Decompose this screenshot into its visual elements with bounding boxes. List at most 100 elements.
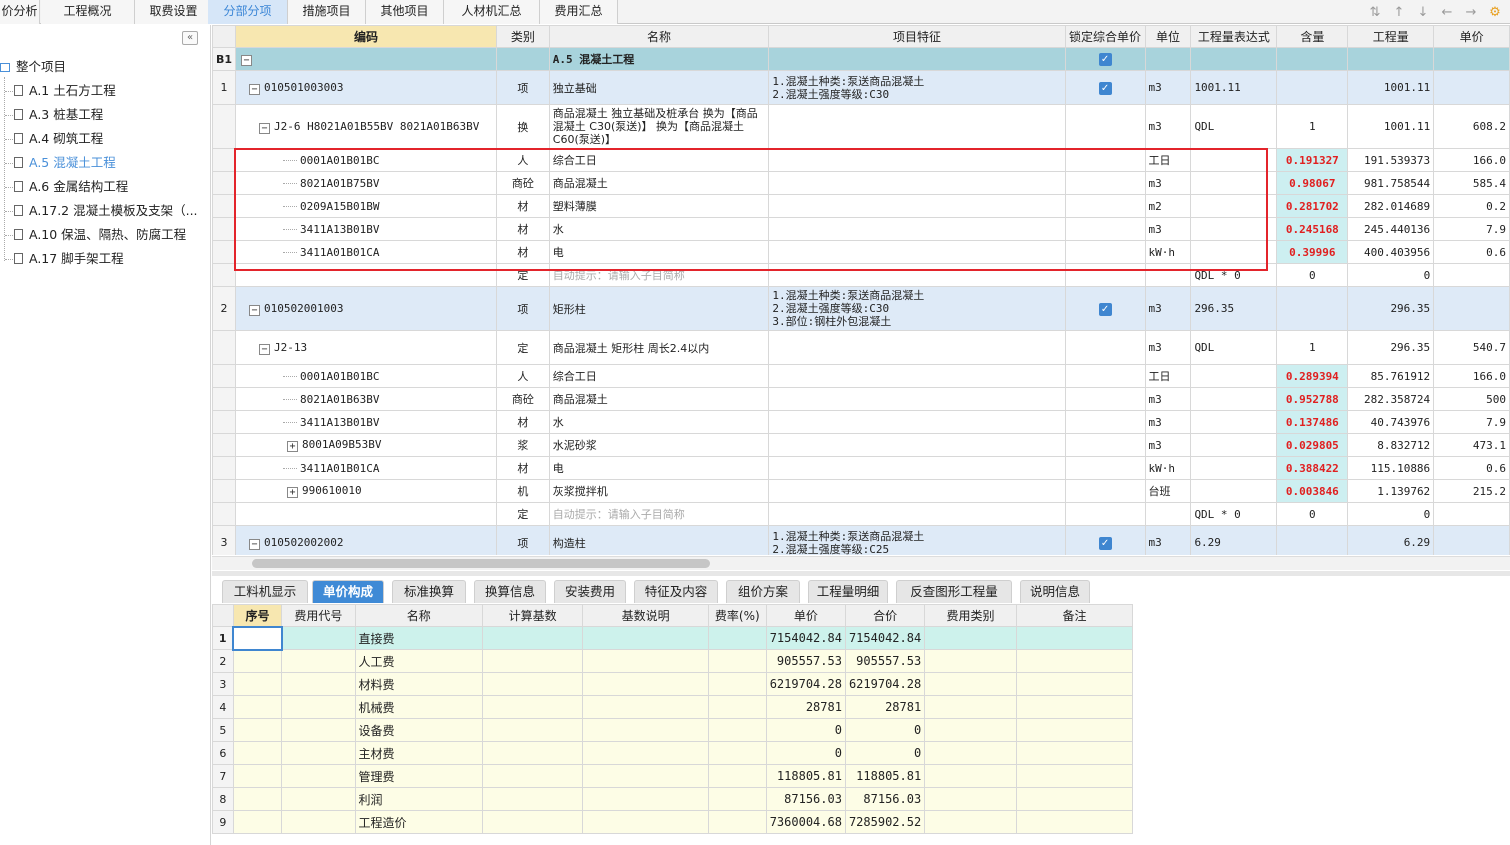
name-cell[interactable]: 塑料薄膜 — [548, 194, 770, 218]
code-cell[interactable]: −010501003003 — [235, 70, 497, 105]
name-cell[interactable]: 直接费 — [354, 626, 483, 650]
code-cell[interactable]: 3411A01B01CA — [235, 456, 497, 480]
tab-4[interactable]: 措施项目 — [288, 0, 366, 24]
code-cell[interactable]: −010502002002 — [235, 525, 497, 555]
column-header[interactable]: 费用类别 — [924, 604, 1017, 627]
code-cell[interactable]: −010502001003 — [235, 286, 497, 331]
content-cell[interactable]: 0.029805 — [1276, 433, 1349, 457]
name-cell[interactable]: 人工费 — [354, 649, 483, 673]
lock-cell[interactable] — [1064, 387, 1146, 411]
category-cell[interactable]: 定 — [495, 502, 550, 526]
collapse-icon[interactable]: − — [241, 55, 253, 66]
checkbox-checked-icon[interactable]: ✓ — [1098, 536, 1112, 550]
column-header[interactable]: 合价 — [844, 604, 926, 627]
base-desc-cell[interactable] — [582, 764, 709, 788]
feature-cell[interactable] — [768, 194, 1066, 218]
expression-cell[interactable]: QDL * 0 — [1190, 263, 1278, 287]
detail-tab-7[interactable]: 工程量明细 — [808, 580, 888, 603]
unit-cell[interactable]: m3 — [1144, 286, 1192, 331]
seq-cell[interactable] — [232, 810, 283, 834]
name-cell[interactable]: 商品混凝土 — [548, 171, 770, 195]
category-cell[interactable]: 项 — [495, 525, 550, 555]
name-cell[interactable]: 灰浆搅拌机 — [548, 479, 770, 503]
lock-cell[interactable] — [1064, 104, 1146, 149]
column-header[interactable]: 工程量 — [1347, 25, 1435, 48]
base-desc-cell[interactable] — [582, 695, 709, 719]
fee-type-cell[interactable] — [924, 718, 1017, 742]
move-right-icon[interactable]: → — [1462, 5, 1480, 20]
code-cell[interactable]: − J2-6 H8021A01B55BV 8021A01B63BV — [235, 104, 497, 149]
collapse-panel-button[interactable]: « — [182, 31, 198, 45]
rate-cell[interactable] — [707, 718, 767, 742]
base-desc-cell[interactable] — [582, 649, 709, 673]
quantity-cell[interactable]: 6.29 — [1347, 525, 1435, 555]
code-cell[interactable]: +990610010 — [235, 479, 497, 503]
column-header[interactable]: 类别 — [495, 25, 550, 48]
detail-tab-3[interactable]: 换算信息 — [474, 580, 546, 603]
lock-cell[interactable] — [1064, 194, 1146, 218]
fee-type-cell[interactable] — [924, 741, 1017, 765]
total-cell[interactable]: 87156.03 — [844, 787, 926, 811]
move-down-icon[interactable]: ↓ — [1414, 5, 1432, 20]
price-cell[interactable] — [1433, 47, 1510, 71]
detail-tab-4[interactable]: 安装费用 — [554, 580, 626, 603]
code-cell[interactable]: 3411A13B01BV — [235, 410, 497, 434]
expression-cell[interactable] — [1190, 171, 1278, 195]
total-cell[interactable]: 0 — [844, 718, 926, 742]
content-cell[interactable] — [1276, 70, 1349, 105]
tree-root[interactable]: 整个项目 — [0, 57, 66, 77]
name-cell[interactable]: 自动提示：请输入子目简称 — [548, 502, 770, 526]
checkbox-checked-icon[interactable]: ✓ — [1098, 302, 1112, 316]
name-cell[interactable]: 商品混凝土 矩形柱 周长2.4以内 — [548, 330, 770, 365]
fee-code-cell[interactable] — [281, 787, 356, 811]
price-cell[interactable]: 0.6 — [1433, 456, 1510, 480]
unit-price-cell[interactable]: 905557.53 — [765, 649, 846, 673]
content-cell[interactable]: 1 — [1276, 330, 1349, 365]
sort-icon[interactable]: ⇅ — [1366, 5, 1384, 20]
lock-cell[interactable] — [1064, 410, 1146, 434]
category-cell[interactable]: 定 — [495, 330, 550, 365]
category-cell[interactable]: 人 — [495, 364, 550, 388]
total-cell[interactable]: 905557.53 — [844, 649, 926, 673]
unit-cell[interactable]: m2 — [1144, 194, 1192, 218]
seq-cell[interactable] — [232, 672, 283, 696]
price-cell[interactable] — [1433, 70, 1510, 105]
column-header[interactable]: 名称 — [354, 604, 483, 627]
unit-cell[interactable]: kW·h — [1144, 240, 1192, 264]
content-cell[interactable]: 0.003846 — [1276, 479, 1349, 503]
column-header[interactable]: 单价 — [1433, 25, 1510, 48]
name-cell[interactable]: 独立基础 — [548, 70, 770, 105]
expression-cell[interactable]: QDL — [1190, 104, 1278, 149]
move-left-icon[interactable]: ← — [1438, 5, 1456, 20]
content-cell[interactable]: 0 — [1276, 263, 1349, 287]
code-cell[interactable]: 8021A01B75BV — [235, 171, 497, 195]
content-cell[interactable]: 0.281702 — [1276, 194, 1349, 218]
grid-row[interactable]: 1−010501003003 项独立基础 1.混凝土种类:泵送商品混凝土 2.混凝土强… — [212, 70, 1510, 105]
tree-item[interactable]: A.1 土石方工程 — [14, 81, 116, 101]
column-header[interactable]: 备注 — [1015, 604, 1134, 627]
grid-row[interactable]: 2−010502001003 项矩形柱 1.混凝土种类:泵送商品混凝土 2.混凝土强度… — [212, 286, 1510, 331]
content-cell[interactable]: 0.39996 — [1276, 240, 1349, 264]
grid-row[interactable]: 定自动提示：请输入子目简称 QDL * 000 — [212, 263, 1510, 287]
content-cell[interactable]: 1 — [1276, 104, 1349, 149]
grid-row[interactable]: 0001A01B01BC 人综合工日 工日 0.191327 191.539373 166… — [212, 148, 1510, 172]
quantity-cell[interactable]: 1.139762 — [1347, 479, 1435, 503]
quantity-cell[interactable]: 0 — [1347, 502, 1435, 526]
name-cell[interactable]: 自动提示：请输入子目简称 — [548, 263, 770, 287]
content-cell[interactable]: 0.388422 — [1276, 456, 1349, 480]
scrollbar-thumb[interactable] — [252, 559, 710, 568]
category-cell[interactable]: 商砼 — [495, 171, 550, 195]
grid-row[interactable]: 8021A01B63BV 商砼 商品混凝土 m3 0.952788 282.358724 5… — [212, 387, 1510, 411]
seq-cell[interactable] — [232, 649, 283, 673]
collapse-icon[interactable]: − — [259, 343, 271, 355]
tree-item[interactable]: A.5 混凝土工程 — [14, 153, 116, 173]
unit-price-cell[interactable]: 118805.81 — [765, 764, 846, 788]
base-cell[interactable] — [481, 741, 584, 765]
feature-cell[interactable] — [768, 410, 1066, 434]
price-cell[interactable]: 215.2 — [1433, 479, 1510, 503]
tree-item[interactable]: A.3 桩基工程 — [14, 105, 103, 125]
cost-row[interactable]: 1 直接费 7154042.84 7154042.84 — [212, 625, 1134, 651]
fee-code-cell[interactable] — [281, 718, 356, 742]
grid-row[interactable]: − J2-6 H8021A01B55BV 8021A01B63BV 换商品混凝土 独… — [212, 104, 1510, 149]
cost-row[interactable]: 9 工程造价 7360004.68 7285902.52 — [212, 810, 1134, 834]
